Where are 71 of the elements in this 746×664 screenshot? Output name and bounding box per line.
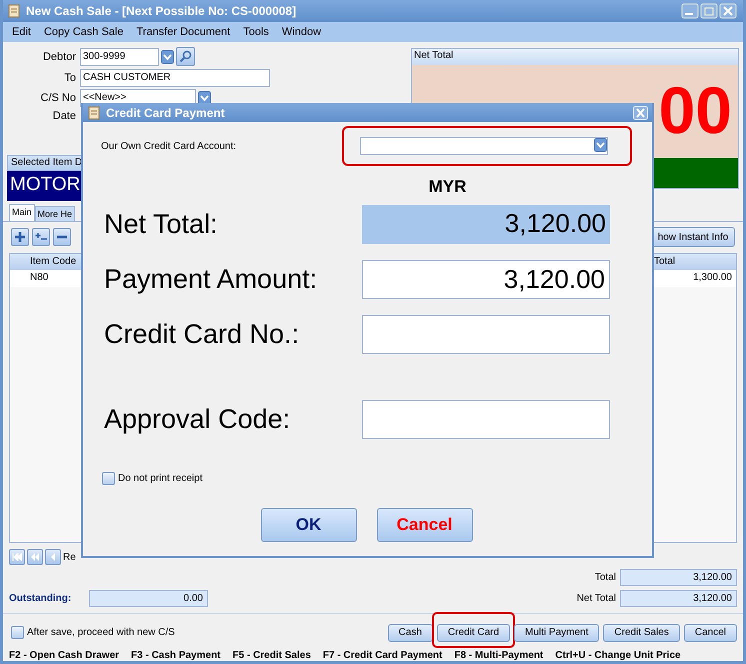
field-label: Our Own Credit Card Account: <box>101 140 236 152</box>
field-label: Debtor <box>42 50 77 62</box>
payment-button[interactable]: Credit Card <box>436 624 510 642</box>
remove-button[interactable] <box>53 228 71 246</box>
column-header: Item Code <box>29 255 78 269</box>
to-field[interactable]: CASH CUSTOMER <box>80 68 270 86</box>
window-controls-icon <box>681 3 739 19</box>
table-cell-text: 1,300.00 <box>692 271 733 285</box>
insert-button[interactable] <box>32 228 50 246</box>
menu-item[interactable]: Transfer Document <box>136 26 230 38</box>
first-button[interactable] <box>9 549 25 565</box>
shortcut-hint: Ctrl+U - Change Unit Price <box>555 650 681 661</box>
rewind-icon <box>30 553 40 561</box>
field-label: C/S No <box>40 92 77 104</box>
search-button[interactable] <box>176 47 195 66</box>
field-label: Date <box>52 110 77 122</box>
field-label: Credit Card No.: <box>104 319 300 350</box>
plus-minus-icon <box>35 231 47 243</box>
checkbox[interactable] <box>11 626 24 639</box>
shortcut-hint: F3 - Cash Payment <box>131 650 221 661</box>
currency-label: MYR <box>428 177 466 196</box>
skip-back-icon <box>12 553 22 561</box>
total-label: Total <box>594 572 616 583</box>
menu-item[interactable]: Window <box>282 26 322 38</box>
payment-button[interactable]: Credit Sales <box>603 624 680 642</box>
field-label: Net Total: <box>104 209 218 240</box>
tab[interactable]: More He <box>34 206 76 221</box>
dialog-title: Credit Card Payment <box>106 106 226 120</box>
payment-button[interactable]: Multi Payment <box>514 624 600 642</box>
navigator-label: Re <box>63 552 76 562</box>
search-icon <box>179 50 192 63</box>
menu-item[interactable]: Tools <box>243 26 269 38</box>
panel-title: Net Total <box>412 49 738 65</box>
checkbox[interactable] <box>102 472 115 485</box>
debtor-field[interactable]: 300-9999 <box>80 48 159 66</box>
net-total-label: Net Total <box>576 593 616 604</box>
document-icon <box>7 4 21 18</box>
input-field[interactable] <box>362 400 610 439</box>
close-icon[interactable] <box>633 106 648 120</box>
column-header: Total <box>653 255 676 269</box>
input-field[interactable] <box>362 315 610 354</box>
plus-icon <box>14 231 26 243</box>
window-title: New Cash Sale - [Next Possible No: CS-000008] <box>26 4 298 18</box>
shortcut-hint: F2 - Open Cash Drawer <box>9 650 120 661</box>
total-field: 3,120.00 <box>620 569 737 586</box>
document-icon <box>87 106 101 120</box>
amount-display: 3,120.00 <box>362 205 610 244</box>
previous-button[interactable] <box>45 549 61 565</box>
menu-item[interactable]: Copy Cash Sale <box>44 26 124 38</box>
table-cell-text: N80 <box>29 271 50 285</box>
outstanding-label: Outstanding: <box>9 593 72 604</box>
payment-button[interactable]: Cash <box>388 624 433 642</box>
outstanding-field: 0.00 <box>89 590 208 607</box>
field-label: Payment Amount: <box>104 264 318 295</box>
previous-page-button[interactable] <box>27 549 43 565</box>
add-button[interactable] <box>11 228 29 246</box>
account-dropdown[interactable] <box>360 137 608 155</box>
field-label: To <box>63 72 77 84</box>
shortcut-hint: F7 - Credit Card Payment <box>322 650 442 661</box>
checkbox-label: After save, proceed with new C/S <box>27 627 175 638</box>
input-field[interactable]: 3,120.00 <box>362 260 610 299</box>
shortcut-hint: F5 - Credit Sales <box>232 650 311 661</box>
field-label: Approval Code: <box>104 404 290 435</box>
payment-button[interactable]: Cancel <box>684 624 737 642</box>
net-total-field: 3,120.00 <box>620 590 737 607</box>
show-instant-info-button[interactable]: how Instant Info <box>651 227 735 247</box>
menu-item[interactable]: Edit <box>12 26 31 38</box>
ok-button[interactable]: OK <box>260 508 356 542</box>
shortcut-hint: F8 - Multi-Payment <box>454 650 544 661</box>
tab[interactable]: Main <box>9 204 35 221</box>
checkbox-label: Do not print receipt <box>118 473 202 484</box>
